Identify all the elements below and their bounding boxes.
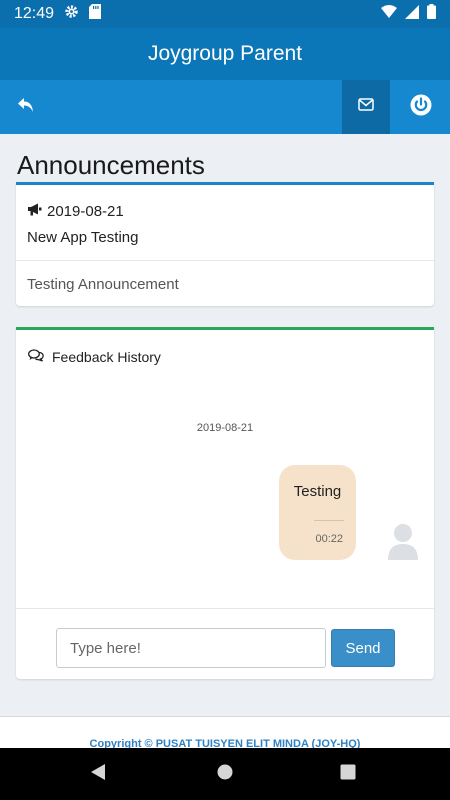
reply-icon: [17, 97, 35, 118]
app-title-brand: Joygroup: [147, 42, 235, 65]
sd-card-icon: [89, 4, 102, 24]
feedback-date: 2019-08-21: [196, 422, 254, 434]
back-triangle-icon: [90, 763, 106, 786]
announcement-card[interactable]: 2019-08-21 New App Testing Testing Annou…: [16, 182, 434, 306]
announcement-date: 2019-08-21: [47, 203, 124, 220]
feedback-header: Feedback History: [28, 349, 161, 365]
nav-home-button[interactable]: [195, 748, 255, 800]
back-button[interactable]: [0, 80, 52, 134]
nav-back-button[interactable]: [68, 748, 128, 800]
wifi-icon: [381, 5, 397, 23]
navigation-bar: [0, 748, 450, 800]
message-bubble: Testing 00:22: [279, 465, 356, 560]
divider: [16, 260, 434, 261]
battery-icon: [427, 4, 436, 24]
feedback-card: Feedback History 2019-08-21 Testing 00:2…: [16, 327, 434, 679]
announcement-subject: New App Testing: [27, 229, 139, 246]
clock: 12:49: [14, 5, 55, 22]
message-time: 00:22: [315, 533, 343, 545]
signal-icon: [405, 4, 419, 24]
comments-icon: [28, 349, 44, 365]
home-circle-icon: [217, 764, 233, 785]
app-header: Joygroup Parent: [0, 28, 450, 80]
announcements-title: Announcements: [17, 150, 205, 180]
page-footer: Copyright © PUSAT TUISYEN ELIT MINDA (JO…: [0, 716, 450, 748]
copyright-text: Copyright © PUSAT TUISYEN ELIT MINDA (JO…: [89, 738, 361, 748]
envelope-icon: [358, 98, 374, 116]
user-avatar-icon: [388, 524, 418, 560]
divider: [16, 608, 434, 609]
avatar: [386, 522, 420, 562]
app-title-suffix: Parent: [234, 42, 303, 65]
toolbar: [0, 80, 450, 134]
gear-icon: [64, 4, 79, 24]
send-button[interactable]: Send: [331, 629, 395, 667]
logout-button[interactable]: [398, 80, 444, 134]
announcement-date-row: 2019-08-21: [27, 203, 124, 220]
feedback-input[interactable]: [56, 628, 326, 668]
message-separator: [314, 520, 344, 521]
nav-recents-button[interactable]: [318, 748, 378, 800]
feedback-title: Feedback History: [52, 349, 161, 365]
power-icon: [410, 94, 432, 121]
status-right: [381, 4, 436, 24]
message-text: Testing: [293, 483, 342, 500]
messages-button[interactable]: [342, 80, 390, 134]
recents-square-icon: [340, 764, 356, 785]
megaphone-icon: [27, 203, 42, 220]
status-left: 12:49: [14, 4, 102, 24]
status-bar: 12:49: [0, 0, 450, 28]
announcement-body: Testing Announcement: [27, 276, 179, 293]
